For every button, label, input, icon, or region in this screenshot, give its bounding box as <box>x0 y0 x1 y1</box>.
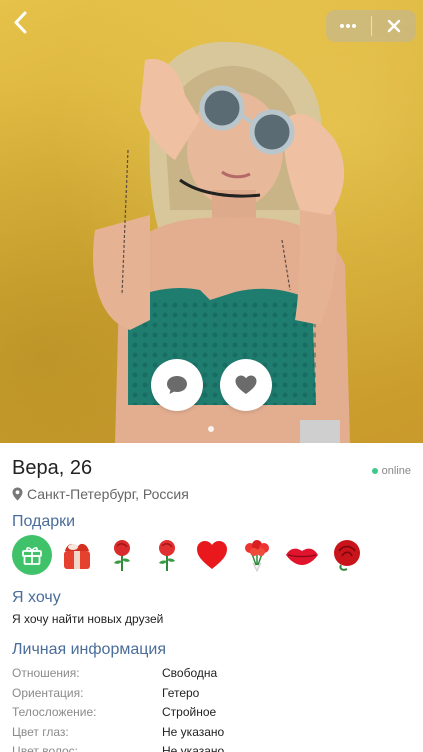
info-row: Телосложение: Стройное <box>12 703 224 723</box>
online-dot-icon <box>371 468 378 474</box>
heart-icon <box>197 541 227 569</box>
gift-item[interactable] <box>102 535 142 575</box>
profile-name-age: Вера, 26 <box>12 457 93 479</box>
info-value: Не указано <box>162 724 225 739</box>
close-icon <box>387 19 400 33</box>
personal-section-title: Личная информация <box>12 641 167 658</box>
chevron-left-icon <box>14 11 27 34</box>
info-value: Свободна <box>162 666 218 680</box>
rose-icon <box>159 540 175 571</box>
info-value: Не указано <box>162 744 225 752</box>
gifts-list <box>12 535 367 575</box>
gift-item[interactable] <box>237 535 277 575</box>
want-text: Я хочу найти новых друзей <box>12 612 164 626</box>
message-button[interactable] <box>151 359 203 411</box>
rose-icon <box>114 540 130 571</box>
chat-bubble-icon <box>167 376 187 394</box>
personal-info-table: Отношения: Свободна Ориентация: Гетеро Т… <box>12 664 224 752</box>
info-value: Стройное <box>162 705 217 719</box>
info-row: Цвет волос: Не указано <box>12 742 224 752</box>
location-text: Санкт-Петербург, Россия <box>27 486 189 502</box>
close-button[interactable] <box>372 10 417 42</box>
online-status: online <box>371 465 411 477</box>
online-status-text: online <box>381 465 411 477</box>
photo-figure <box>93 41 350 443</box>
lips-icon <box>286 548 318 565</box>
profile-location: Санкт-Петербург, Россия <box>12 486 189 502</box>
back-button[interactable] <box>8 8 34 38</box>
gift-item[interactable] <box>327 535 367 575</box>
gift-item[interactable] <box>192 535 232 575</box>
add-gift-button[interactable] <box>12 535 52 575</box>
want-section-title: Я хочу <box>12 589 61 606</box>
like-button[interactable] <box>220 359 272 411</box>
gift-box-icon <box>64 543 90 569</box>
more-dots-icon <box>340 24 357 28</box>
info-value: Гетеро <box>162 685 200 700</box>
photo-page-indicator <box>208 426 214 432</box>
gift-item[interactable] <box>147 535 187 575</box>
info-label: Ориентация: <box>12 685 84 700</box>
info-row: Отношения: Свободна <box>12 664 224 684</box>
info-label: Отношения: <box>12 666 80 680</box>
gift-item[interactable] <box>57 535 97 575</box>
info-row: Ориентация: Гетеро <box>12 684 224 704</box>
info-label: Цвет волос: <box>12 744 79 752</box>
gift-item[interactable] <box>282 535 322 575</box>
info-row: Цвет глаз: Не указано <box>12 723 224 743</box>
more-button[interactable] <box>326 10 371 42</box>
heart-icon <box>235 375 257 394</box>
flowers-icon <box>245 540 269 573</box>
info-label: Цвет глаз: <box>12 724 69 739</box>
info-label: Телосложение: <box>12 705 97 719</box>
location-pin-icon <box>12 487 23 501</box>
rose-bud-icon <box>334 540 360 571</box>
gift-add-icon <box>22 547 42 565</box>
top-actions-pill <box>326 10 416 42</box>
gifts-section-title: Подарки <box>12 513 76 530</box>
profile-photo[interactable] <box>0 0 423 443</box>
